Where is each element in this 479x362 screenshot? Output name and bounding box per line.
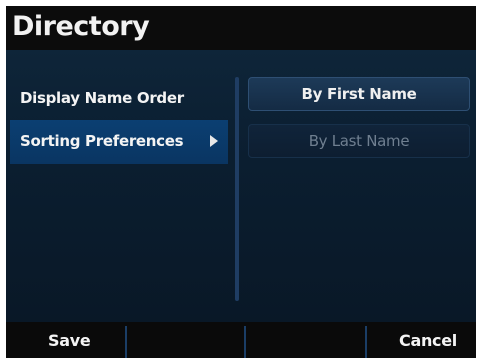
cancel-softkey-label: Cancel xyxy=(399,331,457,350)
save-softkey-label: Save xyxy=(48,331,91,350)
softkey-bar: Save Cancel xyxy=(6,322,476,358)
menu-item-label: Sorting Preferences xyxy=(20,132,184,150)
phone-screen: Directory Display Name Order Sorting Pre… xyxy=(6,6,476,358)
option-label: By Last Name xyxy=(308,132,410,150)
right-triangle-icon xyxy=(210,135,218,147)
menu-item-display-name-order[interactable]: Display Name Order xyxy=(10,77,228,121)
option-by-last-name[interactable]: By Last Name xyxy=(248,124,470,158)
cancel-softkey[interactable]: Cancel xyxy=(367,322,476,358)
page-title: Directory xyxy=(12,11,150,42)
empty-softkey-2[interactable] xyxy=(127,322,244,358)
option-label: By First Name xyxy=(301,85,417,103)
save-softkey[interactable]: Save xyxy=(6,322,125,358)
settings-menu: Display Name Order Sorting Preferences xyxy=(6,50,234,322)
content-area: Display Name Order Sorting Preferences B… xyxy=(6,50,476,322)
panel-separator xyxy=(235,77,239,301)
option-by-first-name[interactable]: By First Name xyxy=(248,77,470,111)
empty-softkey-3[interactable] xyxy=(246,322,365,358)
title-bar: Directory xyxy=(6,6,476,50)
menu-item-label: Display Name Order xyxy=(20,89,184,107)
menu-item-sorting-preferences[interactable]: Sorting Preferences xyxy=(10,120,228,164)
